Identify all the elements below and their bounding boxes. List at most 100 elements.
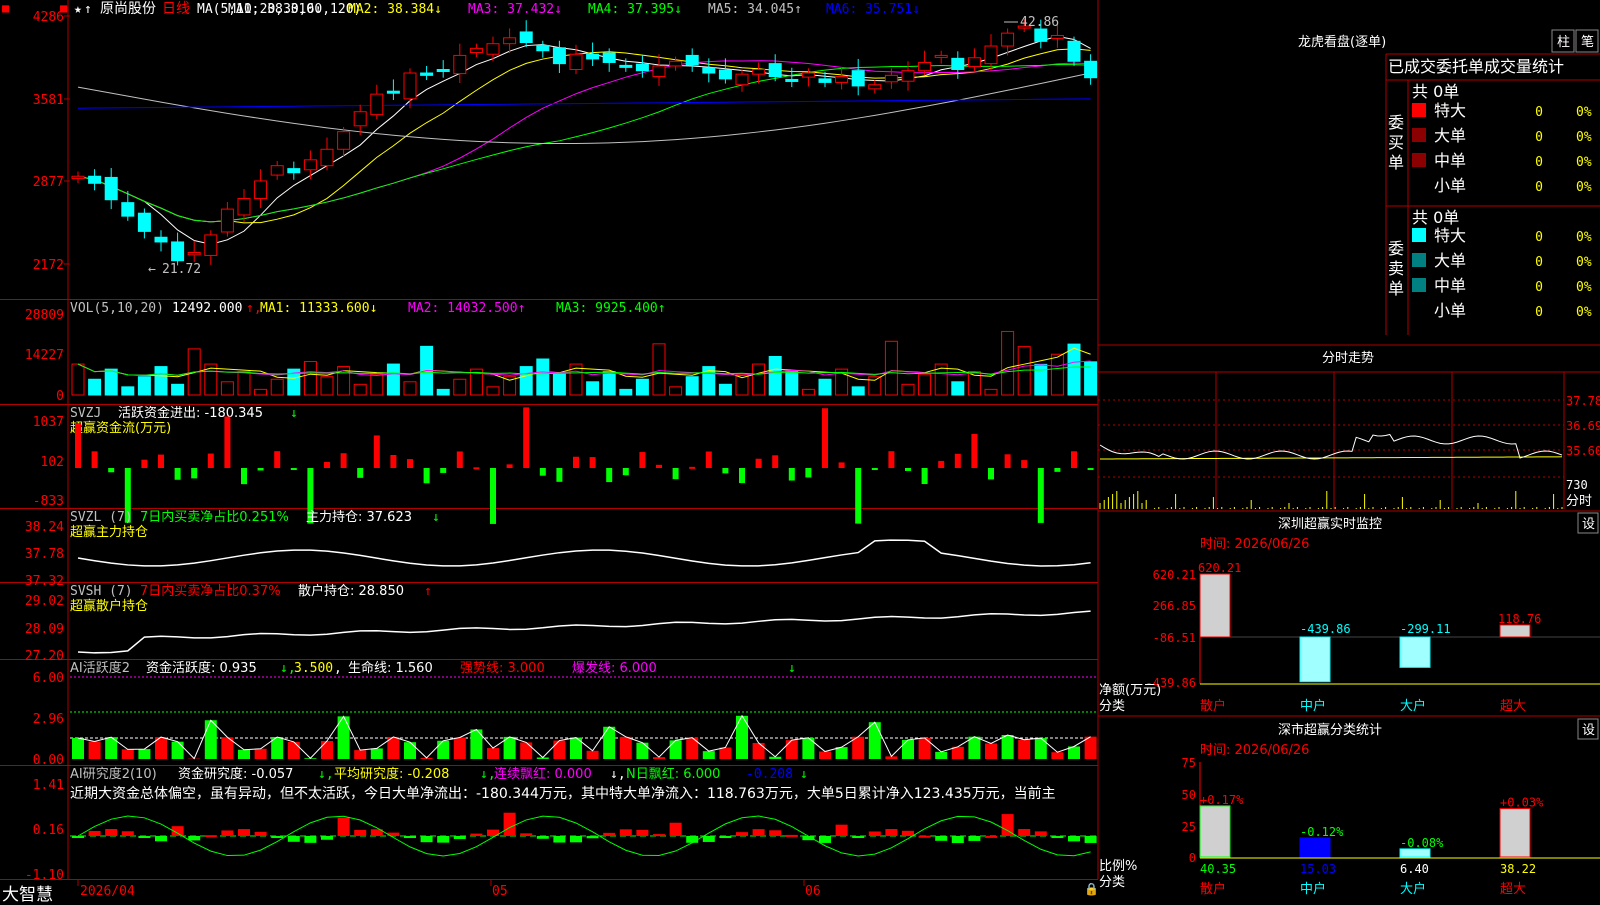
lock-icon: 🔒 (1084, 882, 1099, 896)
brand-logo: 大智慧 (2, 880, 53, 905)
volume-bar (122, 387, 134, 395)
flow-bar (606, 468, 612, 482)
sz-class-bar-label: 40.35 (1200, 862, 1236, 876)
sz-tick: 266.85 (1153, 599, 1196, 613)
activity-bar (138, 749, 150, 759)
activity-bar (454, 737, 466, 759)
buy-label-char: 委 (1388, 113, 1404, 132)
sz-monitor-set-label[interactable]: 设 (1582, 517, 1595, 532)
order-type: 中单 (1434, 151, 1466, 170)
flow-bar (457, 451, 463, 468)
activity-bar (487, 748, 499, 759)
candle-body (470, 48, 482, 52)
volume-bar (553, 374, 565, 395)
volume-bar (304, 362, 316, 395)
order-type: 特大 (1434, 101, 1466, 120)
ai-active-tick: 2.96 (33, 712, 64, 727)
volume-bar (885, 341, 897, 395)
sz-xlabel: 分类 (1099, 699, 1125, 714)
ai-research-label2: 平均研究度: -0.208 (334, 766, 449, 782)
sz-monitor-cat: 散户 (1200, 698, 1226, 714)
svzl-tick: 38.24 (25, 520, 64, 535)
intraday-price-line (1100, 434, 1562, 459)
vol-tick: 14227 (25, 348, 64, 363)
candle-body (587, 54, 599, 59)
candle-body (437, 69, 449, 71)
candle-body (935, 55, 947, 57)
candle-body (138, 213, 150, 231)
order-count: 0 (1535, 155, 1543, 170)
activity-bar (1018, 740, 1030, 759)
ma-legend-item: MA6: 35.751↓ (826, 2, 920, 17)
sz-ylabel: 净额(万元) (1099, 683, 1161, 698)
low-label: 21.72 (162, 262, 201, 277)
svsh-tick: 29.02 (25, 594, 64, 609)
sz-class-bar-chg: +0.17% (1200, 793, 1244, 807)
svzl-ratio: 7日内买卖净占比0.251% (140, 509, 289, 525)
research-bar (1018, 829, 1030, 836)
intraday-vol: 730 (1566, 478, 1588, 492)
ai-active-header: AI活跃度2 资金活跃度: 0.935 ↓, 3.500 , 生命线: 1.56… (70, 660, 796, 676)
intraday-tick: 35.60 (1566, 444, 1600, 458)
svzj-tick: 102 (41, 455, 64, 470)
svsh-tick: 28.09 (25, 622, 64, 637)
flow-bar (357, 468, 363, 478)
svsh-axis: 29.0228.0927.20 (25, 594, 64, 664)
bar-button-label[interactable]: 柱 (1557, 35, 1570, 50)
sz-class-set-label[interactable]: 设 (1582, 723, 1595, 738)
flow-bar (639, 452, 645, 468)
candle-body (537, 45, 549, 50)
candle-body (504, 38, 516, 44)
flow-bar (905, 468, 911, 471)
sell-label-char: 委 (1388, 239, 1404, 258)
candle-body (1002, 33, 1014, 46)
volume-bar (869, 377, 881, 395)
sz-monitor-cat: 中户 (1300, 698, 1326, 714)
svg-text:↓: ↓ (800, 767, 808, 782)
candle-body (72, 176, 84, 178)
retail-holding-line (78, 611, 1091, 653)
research-bar (122, 831, 134, 836)
research-bar (603, 833, 615, 836)
price-tick: 4286 (33, 10, 64, 25)
activity-bar (670, 740, 682, 759)
research-bar (504, 813, 516, 836)
research-bar (105, 829, 117, 836)
sz-class-time: 时间: 2026/06/26 (1200, 743, 1309, 758)
flow-bar (689, 467, 695, 469)
research-bar (1085, 836, 1097, 843)
candle-body (553, 48, 565, 64)
flow-bar (540, 468, 546, 476)
flow-bar (590, 457, 596, 468)
research-bar (636, 830, 648, 836)
flow-bar (158, 455, 164, 468)
candle-body (387, 91, 399, 93)
ai-research-axis: 1.410.16-1.10 (25, 778, 64, 883)
candle-body (172, 242, 184, 261)
order-color-swatch (1412, 278, 1426, 292)
svsh-ratio: 7日内买卖净占比0.37% (140, 583, 281, 599)
activity-bar (520, 742, 532, 759)
research-bar (271, 836, 283, 838)
candle-body (304, 160, 316, 170)
research-bar (288, 836, 300, 842)
ai-active-label5: 爆发线: 6.000 (572, 660, 657, 676)
chart-area[interactable]: ■ ■ ★ ↑ 原尚股份 日线 MA(5,10,20,30,60,120) MA… (0, 0, 1600, 900)
detail-button-label[interactable]: 笔 (1581, 34, 1594, 50)
research-bar (885, 829, 897, 836)
candle-body (454, 55, 466, 73)
research-bar (321, 836, 333, 840)
research-bar (553, 836, 565, 843)
flow-bar (1021, 460, 1027, 468)
volume-bar (255, 389, 267, 395)
activity-bar (852, 737, 864, 759)
intraday-tick: 36.69 (1566, 419, 1600, 433)
sz-class-bar (1200, 806, 1230, 857)
sz-class-cat: 散户 (1200, 881, 1226, 897)
ai-active-label2: 3.500 (294, 661, 333, 676)
research-bar (620, 829, 632, 836)
activity-bar (1051, 752, 1063, 759)
buy-order-rows: 特大00%大单00%中单00%小单00% (1412, 101, 1592, 195)
sz-monitor-bar (1200, 574, 1230, 637)
flow-bar (1071, 451, 1077, 468)
